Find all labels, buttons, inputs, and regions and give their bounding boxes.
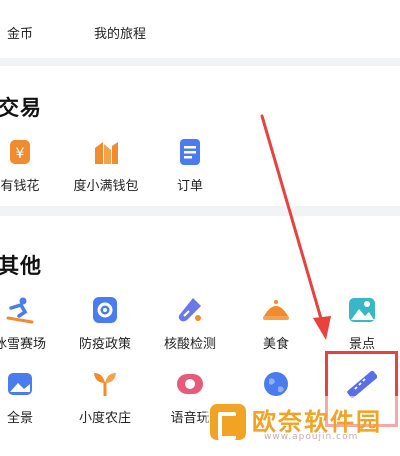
watermark-url: www.apoujin.com [264, 432, 359, 442]
watermark-logo-icon [210, 404, 246, 440]
watermark: 欧奈软件园 www.apoujin.com [206, 396, 400, 446]
